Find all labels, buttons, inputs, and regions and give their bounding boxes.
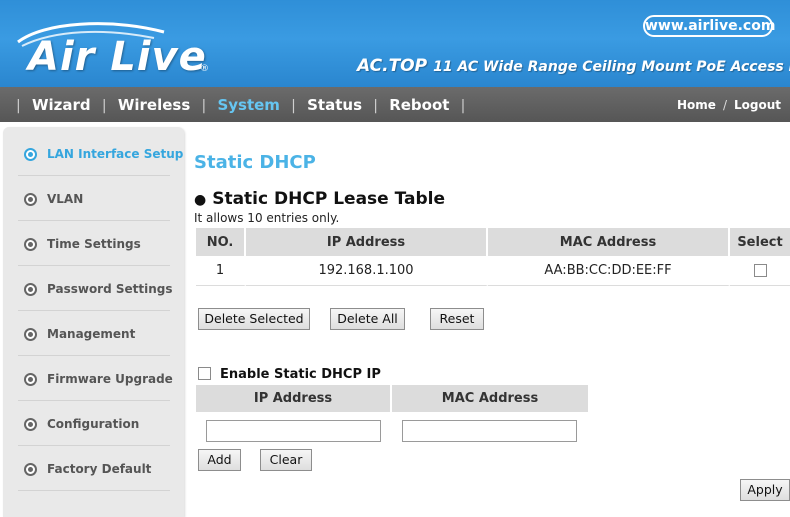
sidebar-item-label: LAN Interface Setup (47, 147, 184, 161)
enable-static-dhcp-label: Enable Static DHCP IP (220, 367, 381, 382)
website-link[interactable]: www.airlive.com (643, 15, 775, 37)
nav-separator: | (291, 98, 296, 114)
nav-separator: | (101, 98, 107, 114)
nav-separator: | (373, 98, 378, 114)
col-ip-address: IP Address (246, 228, 488, 256)
col-mac-address: MAC Address (488, 228, 730, 256)
radio-bullet-icon (24, 373, 37, 386)
header-banner: Air Live ® www.airlive.com AC.TOP 11 AC W… (0, 0, 790, 87)
user-menu: Home / Logout (677, 98, 781, 112)
airlive-logo: Air Live ® (14, 20, 209, 82)
nav-wizard[interactable]: Wizard (32, 96, 91, 114)
mac-input-cell (392, 412, 588, 445)
enable-static-dhcp-checkbox[interactable] (198, 366, 211, 380)
logo-registered: ® (200, 64, 209, 74)
add-table-header: IP Address MAC Address (196, 385, 588, 412)
sidebar-item-label: Password Settings (47, 282, 173, 296)
sidebar-item-vlan[interactable]: VLAN (18, 176, 170, 221)
col-select: Select (730, 228, 790, 256)
table-row: 1 192.168.1.100 AA:BB:CC:DD:EE:FF (196, 256, 790, 286)
apply-button[interactable]: Apply (740, 479, 790, 501)
add-entry-table: IP Address MAC Address (196, 385, 588, 445)
entries-note: It allows 10 entries only. (194, 211, 340, 225)
top-nav: | Wizard | Wireless | System | Status | … (0, 87, 790, 122)
radio-bullet-icon (24, 148, 37, 161)
add-input-row (196, 412, 588, 445)
enable-static-dhcp-row: Enable Static DHCP IP (198, 366, 381, 382)
nav-separator: | (460, 98, 466, 114)
add-button[interactable]: Add (198, 449, 241, 471)
nav-wireless[interactable]: Wireless (118, 96, 190, 114)
delete-all-button[interactable]: Delete All (330, 308, 405, 330)
sidebar-item-password-settings[interactable]: Password Settings (18, 266, 173, 311)
ip-address-input[interactable] (206, 420, 381, 442)
radio-bullet-icon (24, 238, 37, 251)
col-mac-address: MAC Address (392, 385, 588, 412)
logo-text: Air Live (28, 34, 207, 80)
bullet-dot-icon: ● (194, 192, 207, 208)
cell-select (730, 256, 790, 286)
section-title-text: Static DHCP Lease Table (212, 189, 446, 209)
sidebar-item-label: Management (47, 327, 136, 341)
sidebar-item-firmware-upgrade[interactable]: Firmware Upgrade (18, 356, 173, 401)
col-ip-address: IP Address (196, 385, 392, 412)
cell-ip: 192.168.1.100 (246, 256, 488, 286)
ip-input-cell (196, 412, 392, 445)
radio-bullet-icon (24, 463, 37, 476)
main-menu: | Wizard | Wireless | System | Status | … (10, 96, 471, 114)
page-title: Static DHCP (194, 152, 316, 173)
nav-reboot[interactable]: Reboot (389, 96, 449, 114)
delete-selected-button[interactable]: Delete Selected (198, 308, 310, 330)
product-name: AC.TOP 11 AC Wide Range Ceiling Mount PoE… (357, 56, 790, 76)
logout-link[interactable]: Logout (734, 98, 781, 112)
lease-table-header: NO. IP Address MAC Address Select (196, 228, 790, 256)
lease-table: NO. IP Address MAC Address Select 1 192.… (196, 228, 790, 286)
sidebar-item-management[interactable]: Management (18, 311, 170, 356)
sidebar-item-label: VLAN (47, 192, 84, 206)
sidebar-item-label: Configuration (47, 417, 140, 431)
sidebar-item-time-settings[interactable]: Time Settings (18, 221, 170, 266)
section-title: ● Static DHCP Lease Table (194, 189, 445, 209)
product-description: 11 AC Wide Range Ceiling Mount PoE Acces… (433, 59, 790, 75)
radio-bullet-icon (24, 328, 37, 341)
cell-no: 1 (196, 256, 246, 286)
product-model: AC.TOP (357, 56, 428, 76)
nav-separator: | (201, 98, 207, 114)
radio-bullet-icon (24, 283, 37, 296)
reset-button[interactable]: Reset (430, 308, 484, 330)
cell-mac: AA:BB:CC:DD:EE:FF (488, 256, 730, 286)
home-link[interactable]: Home (677, 98, 716, 112)
nav-system[interactable]: System (217, 96, 279, 114)
sidebar-item-lan-interface-setup[interactable]: LAN Interface Setup (18, 131, 183, 176)
nav-slash: / (722, 98, 727, 112)
clear-button[interactable]: Clear (260, 449, 312, 471)
nav-separator: | (16, 98, 21, 114)
nav-status[interactable]: Status (307, 96, 362, 114)
radio-bullet-icon (24, 418, 37, 431)
radio-bullet-icon (24, 193, 37, 206)
sidebar-item-label: Time Settings (47, 237, 141, 251)
sidebar-item-label: Factory Default (47, 462, 152, 476)
sidebar: LAN Interface Setup VLAN Time Settings P… (3, 127, 184, 517)
sidebar-item-factory-default[interactable]: Factory Default (18, 446, 170, 491)
row-select-checkbox[interactable] (753, 264, 767, 277)
mac-address-input[interactable] (402, 420, 577, 442)
col-no: NO. (196, 228, 246, 256)
sidebar-item-configuration[interactable]: Configuration (18, 401, 170, 446)
sidebar-item-label: Firmware Upgrade (47, 372, 173, 386)
